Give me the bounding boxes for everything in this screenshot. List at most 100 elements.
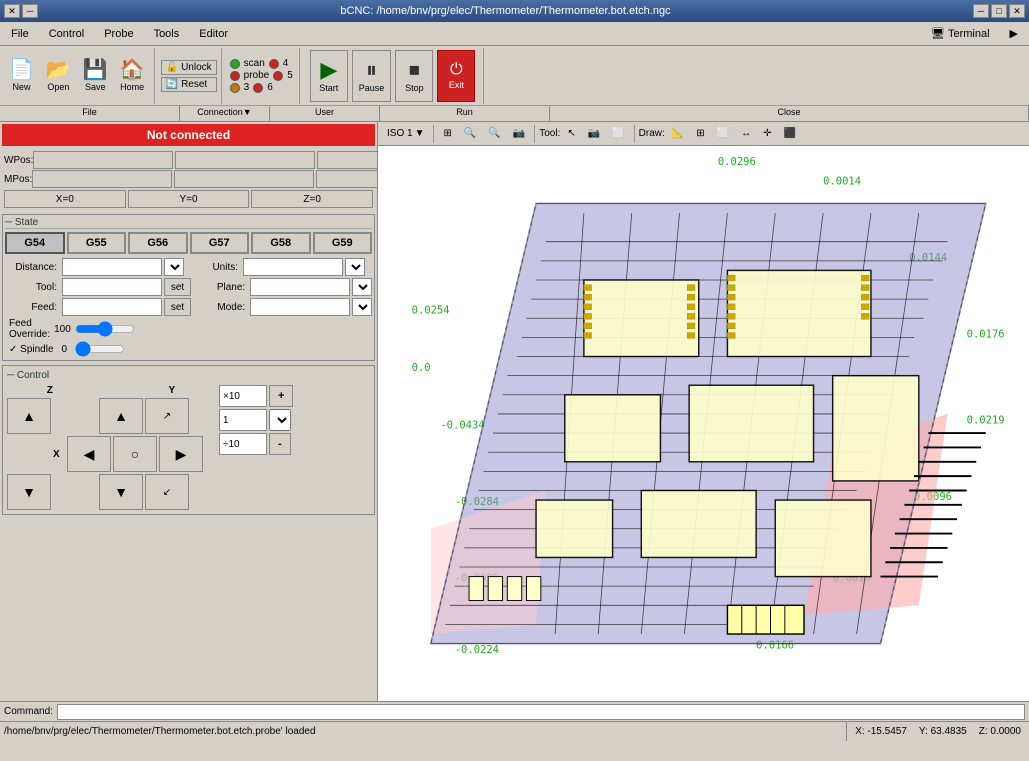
new-button[interactable]: 📄 New [4,50,39,102]
g54-button[interactable]: G54 [5,232,65,254]
y-fwd-diag-button[interactable]: ↗ [145,398,189,434]
bottom-bar: /home/bnv/prg/elec/Thermometer/Thermomet… [0,721,1029,741]
g58-button[interactable]: G58 [251,232,311,254]
stop-button[interactable]: ⏹ Stop [395,50,433,102]
open-button[interactable]: 📂 Open [41,50,76,102]
menu-terminal[interactable]: 🖥 Terminal [922,24,999,43]
save-button[interactable]: 💾 Save [78,50,113,102]
mpos-y-input[interactable] [174,170,314,188]
menu-editor[interactable]: Editor [190,25,237,43]
step-div10-input[interactable] [219,433,267,455]
y-coord-button[interactable]: Y=0 [128,190,250,208]
open-label: Open [47,82,69,92]
probe-val: 5 [287,70,293,81]
zoom-in-button[interactable]: 🔍 [459,126,481,141]
menu-probe[interactable]: Probe [95,25,142,43]
draw-extra-btn[interactable]: ⬛ [778,126,800,141]
tool-cursor[interactable]: ↖ [562,126,580,141]
xy-center-button[interactable]: ○ [113,436,157,472]
start-label: Start [319,83,338,93]
canvas-container[interactable]: 0.0296 0.0014 0.0144 0.0176 0.0219 0.009… [378,146,1029,701]
canvas-sep-2 [534,125,535,143]
feed-input[interactable] [62,298,162,316]
g57-button[interactable]: G57 [190,232,250,254]
units-input[interactable] [243,258,343,276]
tool-cam-btn[interactable]: 📷 [583,126,605,141]
plane-input[interactable] [250,278,350,296]
step-val-input[interactable] [219,409,267,431]
zoom-fit-button[interactable]: ⊞ [438,126,456,141]
plane-label: Plane: [193,282,248,293]
step-x10-input[interactable] [219,385,267,407]
draw-cursor-btn[interactable]: ✛ [758,126,776,141]
z-down-button[interactable]: ▼ [7,474,51,510]
plane-select[interactable] [352,278,372,296]
step-dropdown[interactable] [269,409,291,431]
x-coord-display: X: -15.5457 [855,726,907,737]
mode-input[interactable] [250,298,350,316]
x-plus-button[interactable]: ▶ [159,436,203,472]
stop-label: Stop [405,83,424,93]
reset-button[interactable]: 🔄 Reset [161,77,217,92]
wpos-x-input[interactable] [33,151,173,169]
mpos-x-input[interactable] [32,170,172,188]
x-coord-button[interactable]: X=0 [4,190,126,208]
feed-set-button[interactable]: set [164,298,191,316]
start-button[interactable]: ▶ Start [310,50,348,102]
wpos-z-input[interactable] [317,151,378,169]
menu-extra[interactable]: ▶ [1001,24,1027,43]
g56-button[interactable]: G56 [128,232,188,254]
win-x-btn[interactable]: ✕ [1009,4,1025,18]
distance-select[interactable] [164,258,184,276]
terminal-label: Terminal [948,28,990,40]
command-input[interactable] [57,704,1025,720]
menu-editor-label: Editor [199,28,228,40]
y-back-button[interactable]: ▼ [99,474,143,510]
y-fwd-button[interactable]: ▲ [99,398,143,434]
y-back-diag-button[interactable]: ↙ [145,474,189,510]
feed-override-slider[interactable] [75,322,135,336]
save-label: Save [85,82,106,92]
home-button[interactable]: 🏠 Home [115,50,150,102]
exit-icon: ⏻ [450,62,463,78]
z-coord-button[interactable]: Z=0 [251,190,373,208]
wpos-y-input[interactable] [175,151,315,169]
win-minimize-btn[interactable]: ─ [973,4,989,18]
distance-input[interactable] [62,258,162,276]
draw-grid-btn[interactable]: ⊞ [691,126,709,141]
camera-button[interactable]: 📷 [508,126,530,141]
win-min-btn[interactable]: ─ [22,4,38,18]
step-minus-button[interactable]: - [269,433,291,455]
menu-tools[interactable]: Tools [145,25,189,43]
x-minus-button[interactable]: ◀ [67,436,111,472]
menu-file[interactable]: File [2,25,38,43]
main-canvas[interactable] [378,146,1029,701]
z-coord-display: Z: 0.0000 [979,726,1021,737]
units-select[interactable] [345,258,365,276]
draw-lines-btn[interactable]: 📐 [667,126,689,141]
zoom-out-button[interactable]: 🔍 [483,126,505,141]
mpos-z-input[interactable] [316,170,378,188]
tool-box-btn[interactable]: ⬜ [607,126,629,141]
mode-select[interactable] [352,298,372,316]
exit-button[interactable]: ⏻ Exit [437,50,475,102]
iso-label: ISO 1 [387,128,413,139]
menu-control[interactable]: Control [40,25,93,43]
step-plus-button[interactable]: + [269,385,293,407]
unlock-button[interactable]: 🔓 Unlock [161,60,217,75]
status-bar: Not connected [2,124,375,146]
win-close-btn[interactable]: ✕ [4,4,20,18]
mpos-row: MPos: [4,170,373,188]
pause-button[interactable]: ⏸ Pause [352,50,392,102]
draw-arrows-btn[interactable]: ↔ [736,126,756,141]
iso-select[interactable]: ISO 1 ▼ [382,126,429,141]
draw-path-btn[interactable]: ⬜ [712,126,734,141]
tool-input[interactable] [62,278,162,296]
g55-button[interactable]: G55 [67,232,127,254]
tool-set-button[interactable]: set [164,278,191,296]
g59-button[interactable]: G59 [313,232,373,254]
win-maximize-btn[interactable]: □ [991,4,1007,18]
z-up-button[interactable]: ▲ [7,398,51,434]
spindle-slider[interactable] [75,342,125,356]
user-section-label: User [270,106,380,121]
